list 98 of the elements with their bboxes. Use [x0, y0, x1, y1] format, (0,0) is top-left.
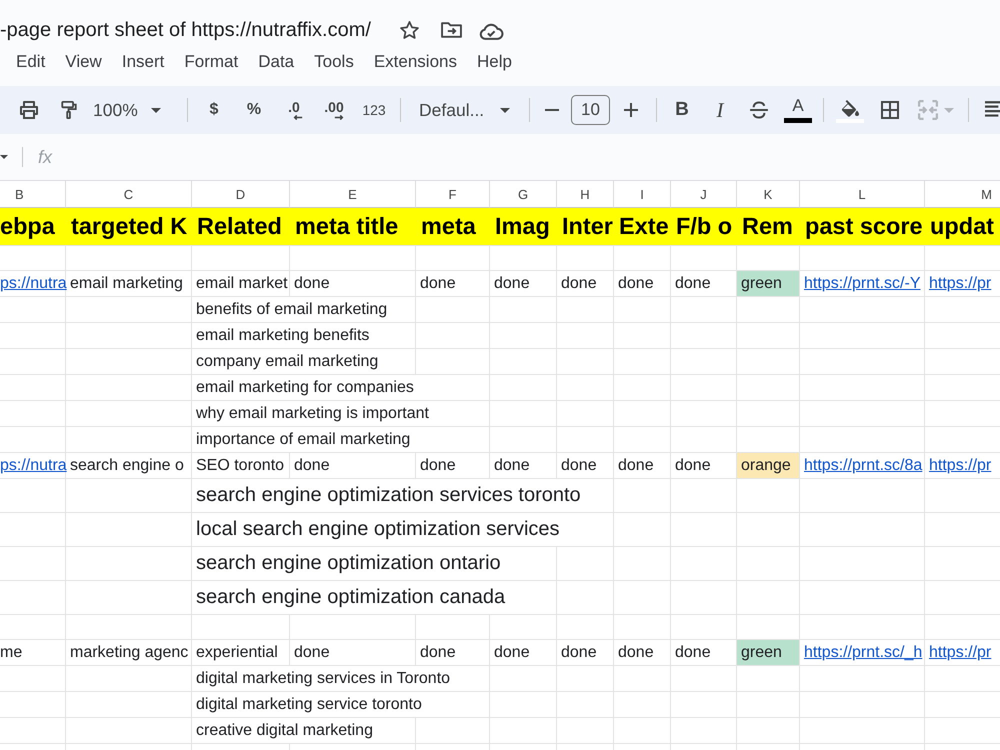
cell-text: email market [196, 274, 288, 292]
column-header[interactable]: C [66, 180, 192, 208]
menu-item[interactable]: Edit [6, 52, 56, 72]
column-header[interactable]: K [737, 180, 800, 208]
status-cell: green [737, 640, 799, 665]
url-link[interactable]: https://prnt.sc/-Y [804, 274, 920, 292]
column-heading: past score [800, 208, 925, 245]
url-link[interactable]: ps://nutra [0, 456, 67, 474]
status-cell: green [737, 271, 799, 296]
cell-text: done [561, 274, 597, 292]
cell-text: done [675, 456, 711, 474]
font-size-field[interactable]: 10 [571, 95, 610, 125]
cell-text: done [618, 274, 654, 292]
caret-icon [500, 108, 510, 112]
text-color-button[interactable]: A [781, 93, 815, 127]
bold-button[interactable]: B [665, 94, 699, 126]
number-format-button[interactable]: 123 [356, 94, 392, 126]
cell-text: done [294, 456, 330, 474]
cell-text: done [618, 644, 654, 662]
column-heading: Rem [737, 208, 800, 245]
strikethrough-icon[interactable] [749, 101, 769, 119]
column-header[interactable]: D [192, 180, 290, 208]
cell-text: search engine o [70, 456, 184, 474]
star-icon[interactable] [400, 21, 419, 39]
cell-text: done [494, 274, 530, 292]
menu-item[interactable]: Data [248, 52, 304, 72]
menu-item[interactable]: Insert [112, 52, 174, 72]
menu-item[interactable]: Tools [304, 52, 364, 72]
cell-text: done [675, 274, 711, 292]
cell-text: done [561, 456, 597, 474]
increase-decimals-button[interactable]: .00 [316, 94, 352, 126]
cell-text: done [294, 274, 330, 292]
decrease-decimals-button[interactable]: .0 [276, 94, 312, 126]
cell-text: done [561, 644, 597, 662]
column-header[interactable]: E [290, 180, 416, 208]
cell-text: done [675, 644, 711, 662]
column-header[interactable]: I [614, 180, 671, 208]
percent-button[interactable]: % [236, 94, 272, 126]
menu-item[interactable]: Help [467, 52, 522, 72]
column-heading: meta [416, 208, 490, 245]
italic-button[interactable]: I [703, 94, 737, 126]
caret-icon [944, 108, 954, 112]
column-header[interactable]: M [925, 180, 1000, 208]
cell-text: done [420, 456, 456, 474]
fill-bucket-icon[interactable] [836, 97, 864, 123]
merge-icon [918, 100, 938, 120]
color-swatch-icon [784, 118, 812, 123]
column-heading: meta title [290, 208, 416, 245]
column-heading: Related [192, 208, 290, 245]
zoom-dropdown[interactable]: 100% [91, 94, 179, 126]
column-heading: targeted K [66, 208, 192, 245]
document-title[interactable]: -page report sheet of https://nutraffix.com/ [0, 18, 371, 42]
column-header[interactable]: J [671, 180, 737, 208]
url-link[interactable]: https://pr [929, 456, 992, 474]
caret-icon [150, 108, 161, 112]
align-left-icon[interactable] [985, 101, 1000, 119]
borders-icon[interactable] [880, 101, 900, 119]
column-heading: ebpa [0, 208, 66, 245]
cell-text: done [294, 644, 330, 662]
column-header[interactable]: G [490, 180, 557, 208]
column-heading: F/b o [671, 208, 737, 245]
column-header[interactable]: F [416, 180, 490, 208]
cell-text: me [0, 644, 22, 662]
cell-text: marketing agenc [70, 644, 188, 662]
column-header[interactable]: H [557, 180, 614, 208]
column-heading: updat [925, 208, 1000, 245]
url-link[interactable]: ps://nutra [0, 274, 67, 292]
cell-text: done [420, 644, 456, 662]
column-heading: Exte [614, 208, 671, 245]
font-dropdown[interactable]: Defaul... [409, 94, 521, 126]
arrow-right-icon [334, 114, 344, 120]
function-label: fx [38, 146, 52, 168]
menu-item[interactable]: View [55, 52, 112, 72]
currency-button[interactable]: $ [196, 94, 232, 126]
menu-item[interactable]: Extensions [364, 52, 467, 72]
column-heading: Imag [490, 208, 557, 245]
print-icon[interactable] [19, 101, 39, 119]
cell-text: done [420, 274, 456, 292]
arrow-left-icon [293, 114, 303, 120]
column-heading: Inter [557, 208, 614, 245]
column-header[interactable]: L [800, 180, 925, 208]
cell-text: done [494, 644, 530, 662]
menu-item[interactable]: Format [174, 52, 248, 72]
plus-icon[interactable] [624, 103, 638, 117]
cell-text: experiential [196, 644, 278, 662]
column-header[interactable]: B [0, 180, 66, 208]
url-link[interactable]: https://prnt.sc/_h [804, 644, 922, 662]
cell-text: email marketing [70, 274, 183, 292]
caret-icon[interactable] [0, 155, 8, 159]
cell-text: done [618, 456, 654, 474]
cell-text: SEO toronto [196, 456, 284, 474]
url-link[interactable]: https://pr [929, 644, 992, 662]
url-link[interactable]: https://pr [929, 274, 992, 292]
status-cell: orange [737, 453, 799, 478]
folder-arrow-icon[interactable] [440, 22, 462, 38]
paint-roller-icon[interactable] [59, 101, 79, 119]
cell-text: done [494, 456, 530, 474]
url-link[interactable]: https://prnt.sc/8a [804, 456, 922, 474]
